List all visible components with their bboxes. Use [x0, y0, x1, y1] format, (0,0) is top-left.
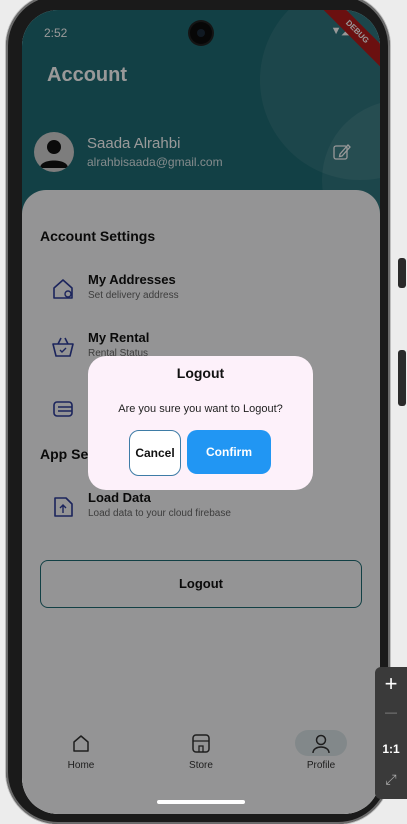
zoom-reset-button[interactable]: 1:1 — [375, 742, 407, 756]
confirm-button[interactable]: Confirm — [187, 430, 271, 474]
zoom-fit-button[interactable]: ⤢ — [375, 771, 407, 788]
home-indicator[interactable] — [157, 800, 245, 804]
zoom-in-button[interactable]: + — [375, 671, 407, 697]
zoom-out-button[interactable]: — — [375, 705, 407, 719]
cancel-button[interactable]: Cancel — [129, 430, 181, 476]
logout-dialog: Logout Are you sure you want to Logout? … — [88, 356, 313, 490]
dialog-title: Logout — [176, 365, 225, 381]
power-button — [398, 350, 406, 406]
dialog-message: Are you sure you want to Logout? — [118, 403, 283, 415]
emulator-zoom-controls: + — 1:1 ⤢ — [375, 667, 407, 799]
volume-up-button — [398, 258, 406, 288]
app-screen: 2:52 ▼◢▮ DEBUG Account Saada Alrahbi alr… — [22, 10, 380, 814]
